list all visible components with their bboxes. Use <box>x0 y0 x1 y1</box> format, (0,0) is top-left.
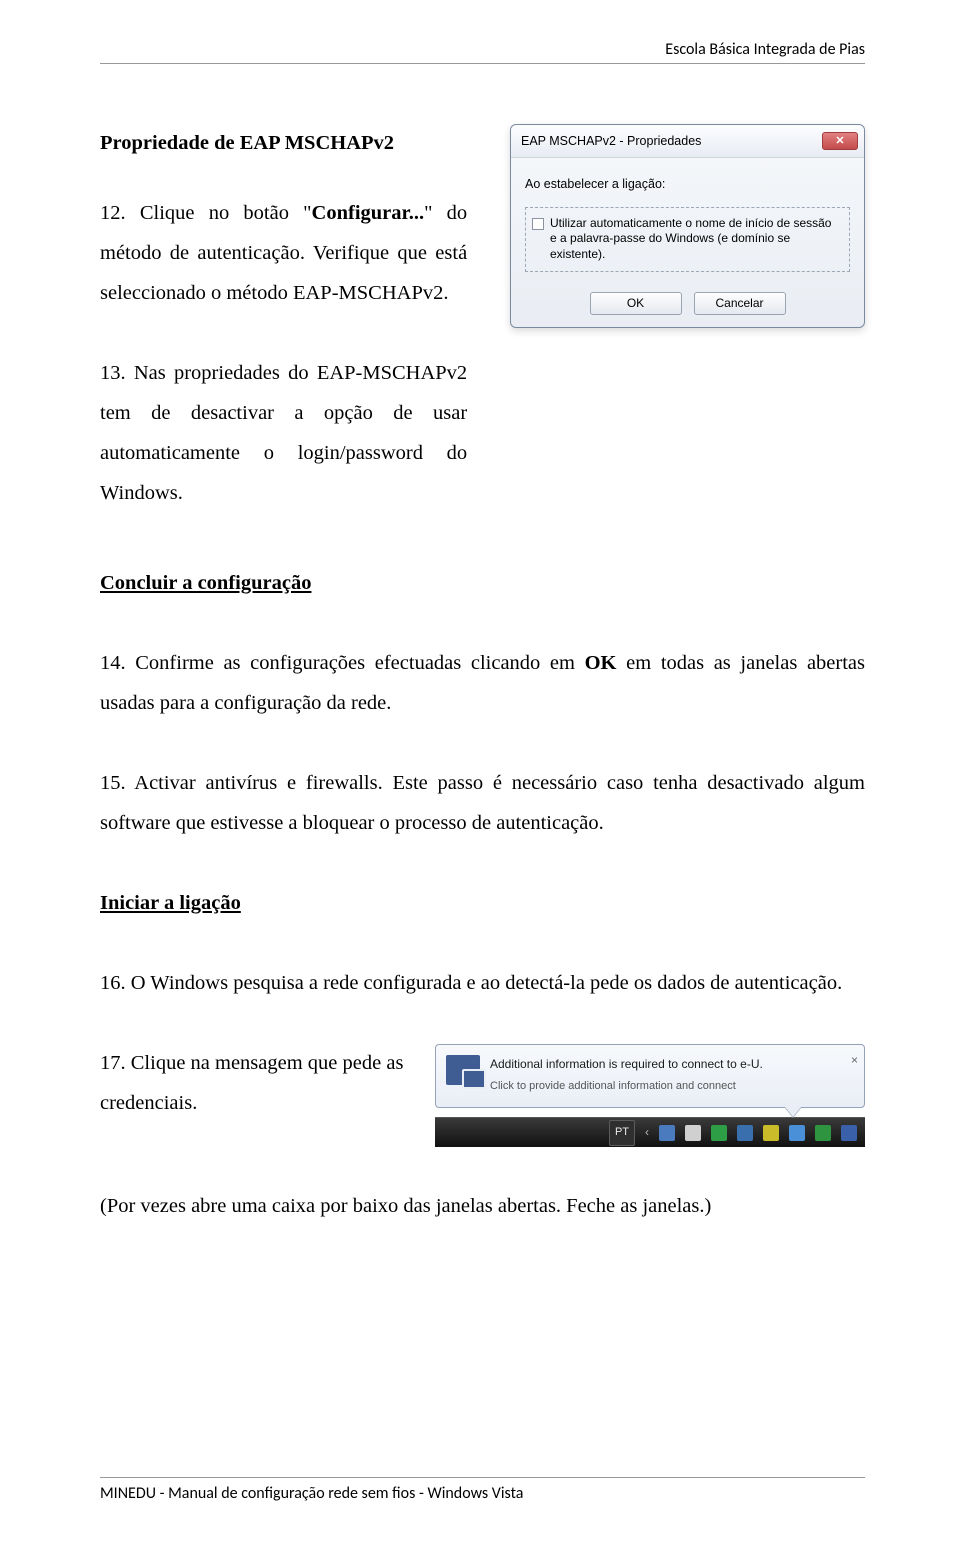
close-glyph: ✕ <box>835 135 844 147</box>
tray-icon-6[interactable] <box>789 1125 805 1141</box>
header-school: Escola Básica Integrada de Pias <box>665 40 865 59</box>
tray-icon-7[interactable] <box>815 1125 831 1141</box>
eap-dialog: EAP MSCHAPv2 - Propriedades ✕ Ao estabel… <box>510 124 865 328</box>
paragraph-14: 14. Confirme as configurações efectuadas… <box>100 644 865 724</box>
tooltip-subtitle: Click to provide additional information … <box>490 1076 854 1097</box>
document-body: Propriedade de EAP MSCHAPv2 12. Clique n… <box>100 124 865 1227</box>
taskbar-language[interactable]: PT <box>609 1120 635 1145</box>
p14-prefix: 14. Confirme as configurações efectuadas… <box>100 652 585 674</box>
network-icon <box>446 1055 480 1085</box>
paragraph-13: 13. Nas propriedades do EAP-MSCHAPv2 tem… <box>100 354 467 514</box>
cancel-button[interactable]: Cancelar <box>694 292 786 315</box>
dialog-body-label: Ao estabelecer a ligação: <box>525 172 850 196</box>
section-row-dialog: Propriedade de EAP MSCHAPv2 12. Clique n… <box>100 124 865 514</box>
paragraph-16: 16. O Windows pesquisa a rede configurad… <box>100 964 865 1004</box>
text-column-left-2: 17. Clique na mensagem que pede as crede… <box>100 1044 406 1124</box>
heading-concluir: Concluir a configuração <box>100 564 865 604</box>
p12-bold: Configurar... <box>312 202 425 224</box>
tray-icon-3[interactable] <box>711 1125 727 1141</box>
dialog-titlebar: EAP MSCHAPv2 - Propriedades ✕ <box>511 125 864 158</box>
tray-expand-icon[interactable]: ‹ <box>645 1121 649 1144</box>
close-icon[interactable]: ✕ <box>822 132 858 150</box>
taskbar: PT ‹ <box>435 1117 865 1147</box>
auto-login-checkbox[interactable] <box>532 218 544 230</box>
tray-icon-8[interactable] <box>841 1125 857 1141</box>
image-column-notification: Additional information is required to co… <box>406 1044 865 1148</box>
p14-bold: OK <box>585 652 617 674</box>
image-column-dialog: EAP MSCHAPv2 - Propriedades ✕ Ao estabel… <box>467 124 865 328</box>
tooltip-title: Additional information is required to co… <box>490 1053 854 1076</box>
p12-prefix: 12. Clique no botão " <box>100 202 312 224</box>
tooltip-tail <box>785 1107 801 1117</box>
tray-icon-1[interactable] <box>659 1125 675 1141</box>
paragraph-12: 12. Clique no botão "Configurar..." do m… <box>100 194 467 314</box>
page-footer: MINEDU - Manual de configuração rede sem… <box>100 1477 865 1503</box>
notification-container: Additional information is required to co… <box>435 1044 865 1148</box>
section-row-notification: 17. Clique na mensagem que pede as crede… <box>100 1044 865 1148</box>
tray-icon-5[interactable] <box>763 1125 779 1141</box>
section-title-prop: Propriedade de EAP MSCHAPv2 <box>100 124 467 164</box>
paragraph-17: 17. Clique na mensagem que pede as crede… <box>100 1044 406 1124</box>
tooltip-texts: Additional information is required to co… <box>490 1053 854 1098</box>
ok-button[interactable]: OK <box>590 292 682 315</box>
network-tooltip[interactable]: Additional information is required to co… <box>435 1044 865 1109</box>
footer-text: MINEDU - Manual de configuração rede sem… <box>100 1484 523 1503</box>
tray-icon-2[interactable] <box>685 1125 701 1141</box>
paragraph-15: 15. Activar antivírus e firewalls. Este … <box>100 764 865 844</box>
dialog-fieldset: Utilizar automaticamente o nome de iníci… <box>525 207 850 272</box>
dialog-button-row: OK Cancelar <box>511 282 864 327</box>
dialog-title-text: EAP MSCHAPv2 - Propriedades <box>521 129 701 153</box>
tray-icon-4[interactable] <box>737 1125 753 1141</box>
dialog-body: Ao estabelecer a ligação: Utilizar autom… <box>511 158 864 281</box>
paragraph-final: (Por vezes abre uma caixa por baixo das … <box>100 1187 865 1227</box>
tooltip-close-icon[interactable]: × <box>851 1049 858 1072</box>
page-header: Escola Básica Integrada de Pias <box>100 40 865 64</box>
text-column-left: Propriedade de EAP MSCHAPv2 12. Clique n… <box>100 124 467 514</box>
heading-iniciar: Iniciar a ligação <box>100 884 865 924</box>
auto-login-label: Utilizar automaticamente o nome de iníci… <box>550 216 841 263</box>
